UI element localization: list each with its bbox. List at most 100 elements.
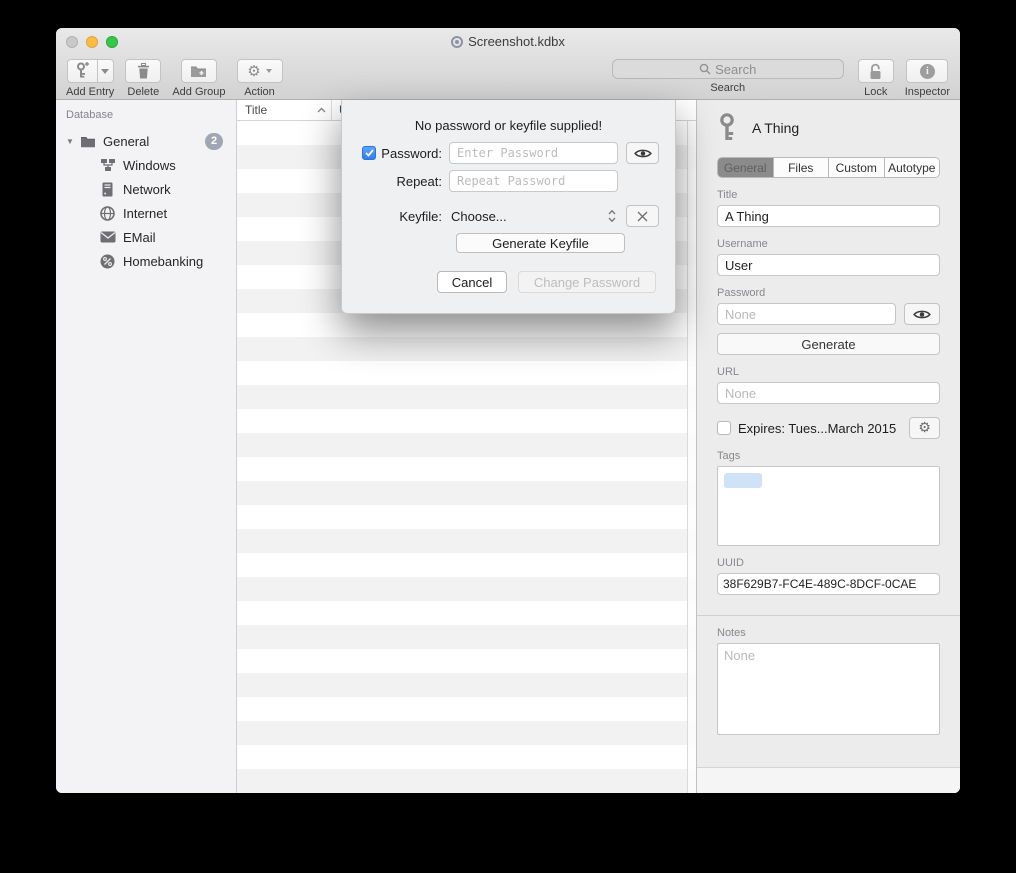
titlebar[interactable]: Screenshot.kdbx — [56, 28, 960, 56]
uuid-field[interactable] — [717, 573, 940, 595]
url-field[interactable] — [717, 382, 940, 404]
sidebar-item-internet[interactable]: Internet — [56, 201, 236, 225]
change-password-button[interactable]: Change Password — [518, 271, 656, 293]
expires-row: Expires: Tues...March 2015 ⚙ — [717, 417, 940, 439]
table-row[interactable] — [237, 361, 696, 385]
table-row[interactable] — [237, 769, 696, 793]
sidebar-item-network[interactable]: Network — [56, 177, 236, 201]
gear-icon: ⚙ — [918, 421, 931, 435]
reveal-password-button[interactable] — [626, 142, 659, 164]
add-group-button[interactable] — [181, 59, 217, 83]
change-password-sheet: No password or keyfile supplied! Passwor… — [341, 100, 676, 314]
add-entry-button[interactable] — [67, 59, 97, 83]
clear-keyfile-button[interactable] — [626, 205, 659, 227]
table-row[interactable] — [237, 337, 696, 361]
table-row[interactable] — [237, 481, 696, 505]
table-row[interactable] — [237, 601, 696, 625]
column-header-title[interactable]: Title — [237, 100, 332, 120]
repeat-password-field[interactable] — [449, 170, 618, 192]
sheet-buttons: Cancel Change Password — [437, 271, 656, 293]
sidebar-group-general[interactable]: ▼ General 2 — [56, 129, 236, 153]
windows-network-icon — [99, 157, 116, 174]
sidebar-item-windows[interactable]: Windows — [56, 153, 236, 177]
close-x-icon — [637, 211, 648, 222]
tags-field[interactable] — [717, 466, 940, 546]
password-field[interactable] — [717, 303, 896, 325]
globe-icon — [99, 205, 116, 222]
lock-button[interactable] — [858, 59, 894, 83]
generate-keyfile-button[interactable]: Generate Keyfile — [456, 233, 625, 253]
document-icon — [451, 36, 463, 48]
unlocked-padlock-icon — [868, 63, 883, 80]
keyfile-label: Keyfile: — [399, 209, 442, 224]
table-row[interactable] — [237, 457, 696, 481]
tab-autotype[interactable]: Autotype — [885, 158, 940, 177]
delete-button[interactable] — [125, 59, 161, 83]
table-row[interactable] — [237, 313, 696, 337]
stepper-icon — [608, 209, 616, 223]
chevron-down-icon — [101, 69, 109, 74]
sheet-message: No password or keyfile supplied! — [342, 100, 675, 133]
sidebar-item-email[interactable]: EMail — [56, 225, 236, 249]
reveal-password-button[interactable] — [904, 303, 940, 325]
table-row[interactable] — [237, 625, 696, 649]
tab-custom[interactable]: Custom — [829, 158, 885, 177]
trash-icon — [137, 63, 150, 79]
sidebar: Database ▼ General 2 Win — [56, 100, 237, 793]
table-row[interactable] — [237, 649, 696, 673]
table-row[interactable] — [237, 529, 696, 553]
table-row[interactable] — [237, 745, 696, 769]
tab-general[interactable]: General — [718, 158, 774, 177]
inspector-button[interactable]: i — [906, 59, 948, 83]
eye-icon — [634, 148, 652, 159]
expires-options-button[interactable]: ⚙ — [909, 417, 940, 439]
repeat-row: Repeat: — [361, 170, 656, 192]
search-icon — [699, 63, 711, 75]
vertical-scrollbar[interactable] — [687, 121, 696, 793]
add-entry-dropdown[interactable] — [97, 59, 114, 83]
cancel-button[interactable]: Cancel — [437, 271, 507, 293]
table-row[interactable] — [237, 721, 696, 745]
table-row[interactable] — [237, 577, 696, 601]
disclosure-triangle-icon[interactable]: ▼ — [66, 137, 76, 146]
generate-password-button[interactable]: Generate — [717, 333, 940, 355]
inspector-panel: A Thing General Files Custom Autotype Ti… — [696, 100, 960, 793]
toolbar-item-add-group: Add Group — [172, 59, 225, 99]
tab-files[interactable]: Files — [774, 158, 830, 177]
action-label: Action — [244, 86, 275, 98]
password-checkbox[interactable] — [362, 146, 376, 160]
keyfile-row: Keyfile: Choose... — [361, 205, 656, 227]
keyfile-popup[interactable]: Choose... — [449, 209, 618, 224]
toolbar-item-inspector: i Inspector — [905, 59, 950, 99]
action-button[interactable]: ⚙ — [237, 59, 283, 83]
expires-checkbox[interactable] — [717, 421, 731, 435]
toolbar: Add Entry Delete — [56, 56, 960, 99]
sidebar-item-homebanking[interactable]: Homebanking — [56, 249, 236, 273]
search-label: Search — [710, 82, 745, 94]
notes-label: Notes — [717, 627, 940, 639]
username-field[interactable] — [717, 254, 940, 276]
group-count-badge: 2 — [205, 133, 223, 150]
entry-title: A Thing — [752, 120, 799, 136]
table-row[interactable] — [237, 385, 696, 409]
table-row[interactable] — [237, 673, 696, 697]
title-field[interactable] — [717, 205, 940, 227]
table-row[interactable] — [237, 505, 696, 529]
table-row[interactable] — [237, 433, 696, 457]
table-row[interactable] — [237, 409, 696, 433]
key-plus-icon — [75, 62, 89, 80]
tags-label: Tags — [717, 450, 940, 462]
enter-password-field[interactable] — [449, 142, 618, 164]
inspector-footer — [697, 767, 960, 793]
envelope-icon — [99, 229, 116, 246]
table-row[interactable] — [237, 697, 696, 721]
window-title: Screenshot.kdbx — [56, 34, 960, 49]
sidebar-item-label: Windows — [123, 158, 176, 173]
table-row[interactable] — [237, 553, 696, 577]
add-group-label: Add Group — [172, 86, 225, 98]
toolbar-item-action: ⚙ Action — [237, 59, 283, 99]
notes-field[interactable] — [717, 643, 940, 735]
tag-token[interactable] — [724, 473, 762, 488]
add-entry-label: Add Entry — [66, 86, 114, 98]
search-input[interactable]: Search — [612, 59, 844, 79]
